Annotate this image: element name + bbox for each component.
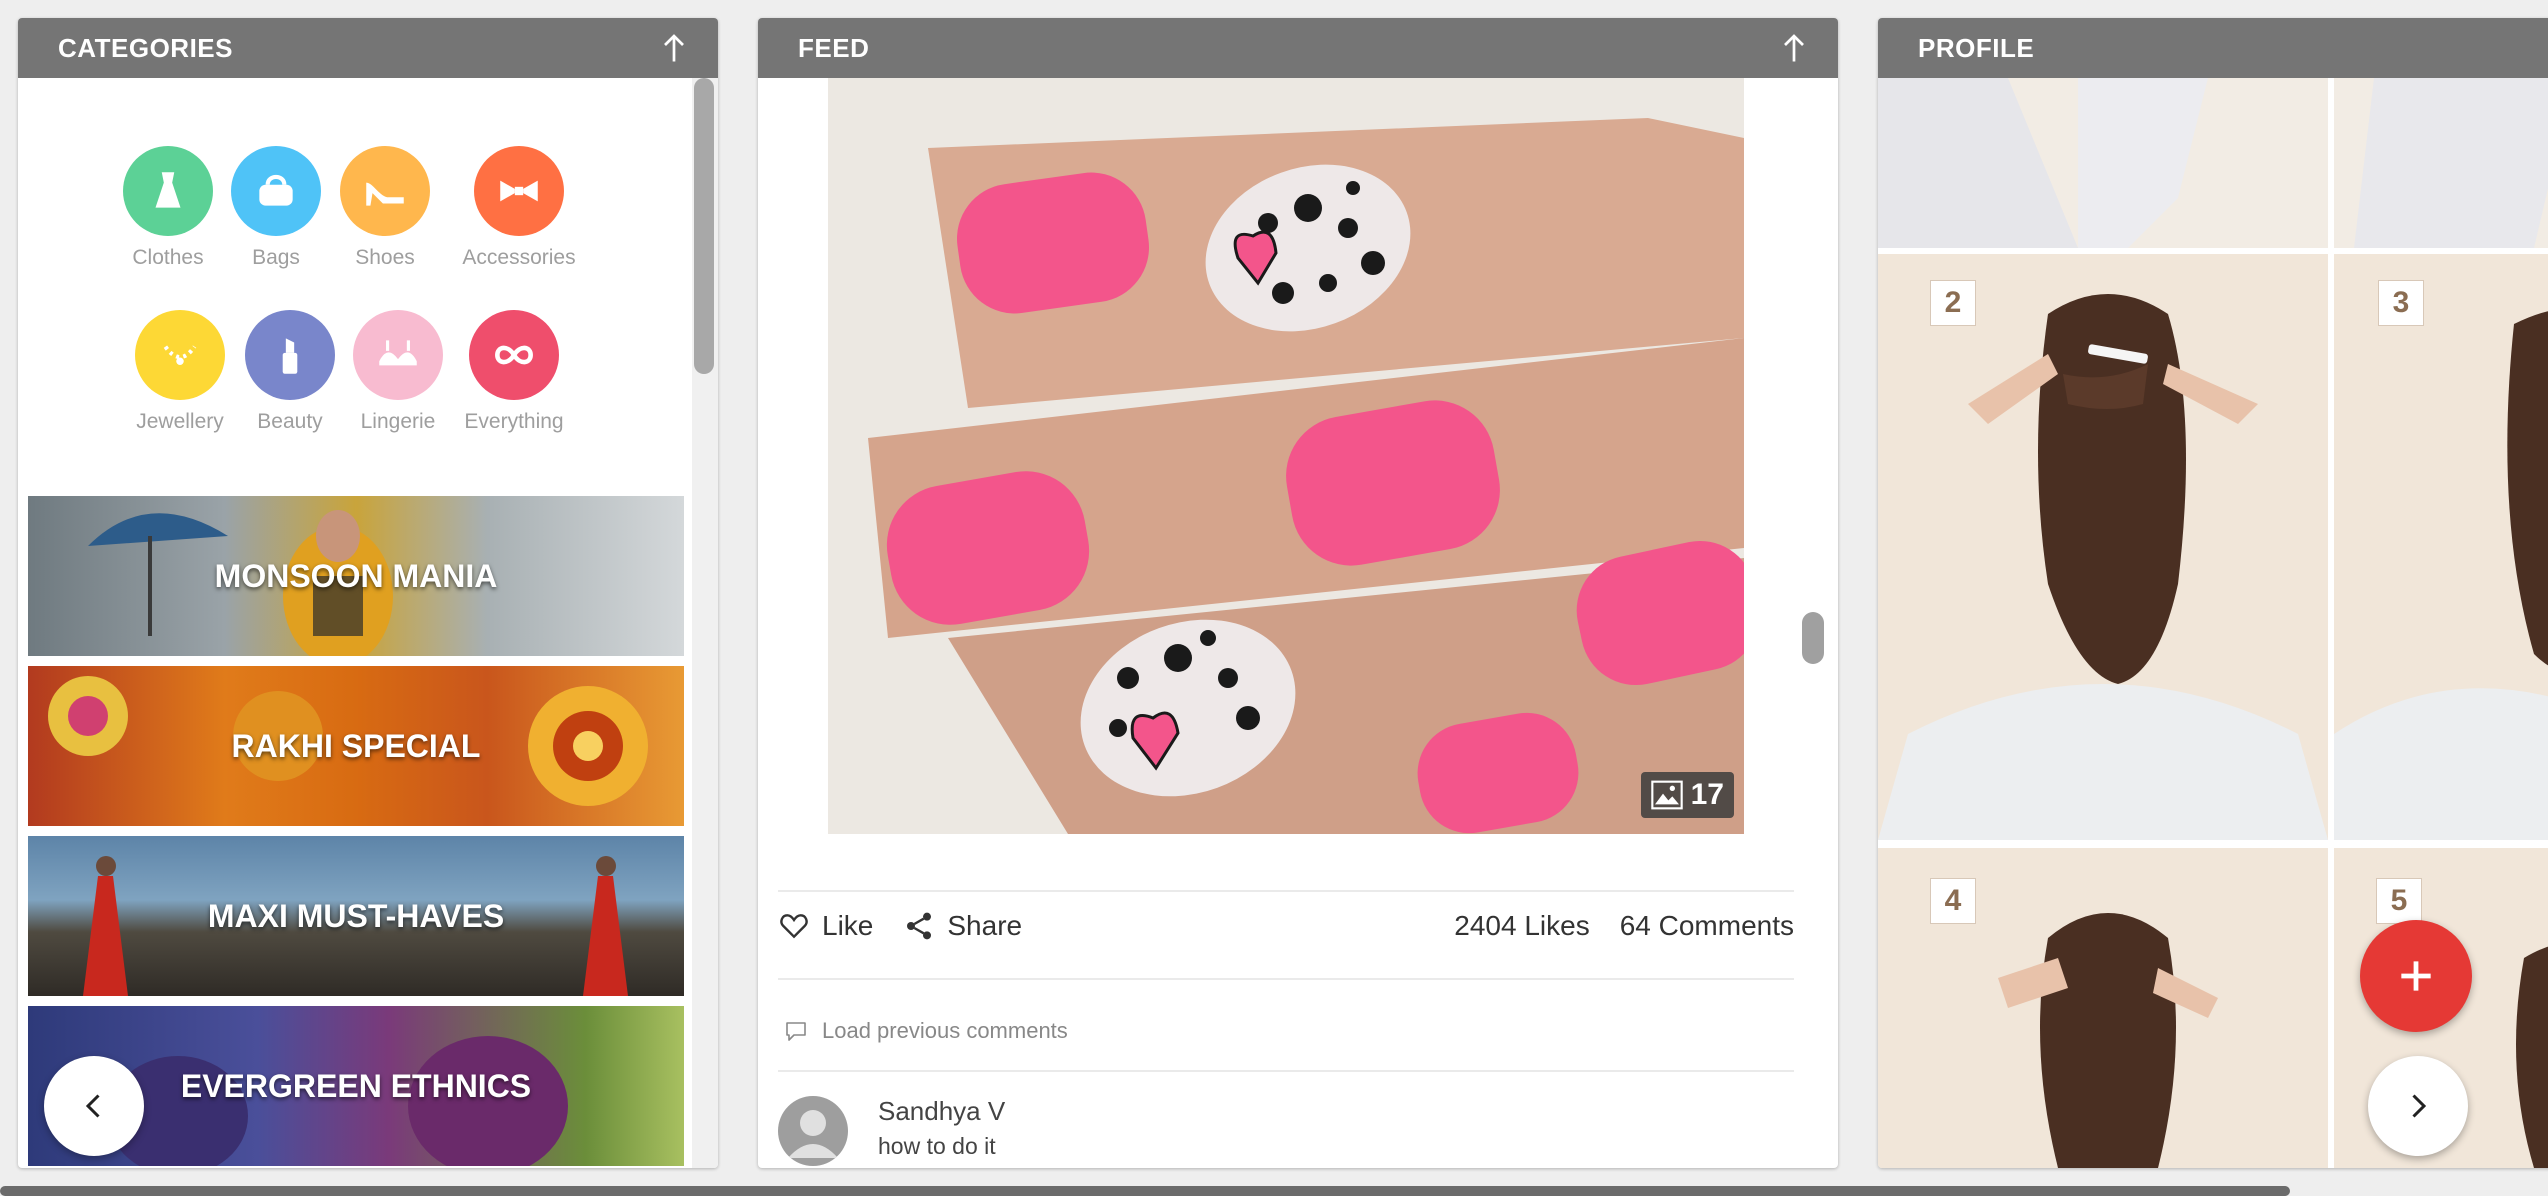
category-accessories[interactable]: Accessories: [449, 146, 589, 270]
tile-image: [2334, 254, 2548, 840]
banner-label: RAKHI SPECIAL: [231, 727, 481, 764]
gallery-tile[interactable]: [2334, 78, 2548, 248]
next-button[interactable]: [2368, 1056, 2468, 1156]
bra-icon: [353, 310, 443, 400]
load-previous-comments[interactable]: Load previous comments: [784, 1018, 1068, 1044]
likes-count[interactable]: 2404 Likes: [1454, 910, 1589, 942]
banner-rakhi-special[interactable]: RAKHI SPECIAL: [28, 666, 684, 826]
categories-scrollbar[interactable]: [692, 78, 718, 1168]
category-label: Jewellery: [136, 410, 224, 433]
category-bags[interactable]: Bags: [216, 146, 336, 270]
image-count: 17: [1690, 778, 1724, 811]
comment-text: how to do it: [878, 1133, 996, 1159]
feed-body: 17 Like Share 2404 Likes 64 Comments Loa…: [758, 78, 1838, 1168]
infinity-icon: [469, 310, 559, 400]
categories-header: CATEGORIES: [18, 18, 718, 78]
divider: [778, 890, 1794, 892]
post-stats: 2404 Likes 64 Comments: [1454, 910, 1794, 942]
banner-label: EVERGREEN ETHNICS: [180, 1067, 532, 1104]
feed-post-image[interactable]: 17: [828, 78, 1744, 834]
feed-scrollbar-thumb[interactable]: [1802, 612, 1824, 664]
comment-bubble-icon: [786, 1022, 806, 1041]
load-previous-label: Load previous comments: [822, 1018, 1068, 1043]
share-icon: [907, 912, 932, 940]
profile-header: PROFILE: [1878, 18, 2548, 78]
category-label: Clothes: [132, 246, 204, 269]
bow-tie-icon: [474, 146, 564, 236]
category-shoes[interactable]: Shoes: [325, 146, 445, 270]
tile-image: [1878, 78, 2328, 248]
avatar[interactable]: [778, 1096, 848, 1166]
category-everything[interactable]: Everything: [454, 310, 574, 434]
necklace-icon: [135, 310, 225, 400]
step-number: 2: [1944, 286, 1962, 319]
category-label: Shoes: [355, 246, 415, 269]
scroll-to-top-icon[interactable]: [1776, 30, 1812, 66]
category-label: Bags: [252, 246, 300, 269]
step-number: 4: [1944, 884, 1962, 917]
category-clothes[interactable]: Clothes: [108, 146, 228, 270]
categories-panel: CATEGORIES Clothes Bags Shoes Accessorie…: [18, 18, 718, 1168]
profile-title: PROFILE: [1918, 32, 2035, 63]
handbag-icon: [231, 146, 321, 236]
category-lingerie[interactable]: Lingerie: [338, 310, 458, 434]
horizontal-scrollbar[interactable]: [0, 1186, 2290, 1196]
category-label: Everything: [464, 410, 564, 433]
step-number: 5: [2390, 884, 2408, 917]
banner-label: MONSOON MANIA: [214, 557, 498, 594]
banner-label: MAXI MUST-HAVES: [207, 897, 505, 934]
gallery-icon: [1650, 780, 1683, 810]
banner-maxi-must-haves[interactable]: MAXI MUST-HAVES: [28, 836, 684, 996]
share-label: Share: [947, 910, 1023, 941]
category-beauty[interactable]: Beauty: [230, 310, 350, 434]
lipstick-icon: [245, 310, 335, 400]
banner-monsoon-mania[interactable]: MONSOON MANIA: [28, 496, 684, 656]
high-heel-icon: [340, 146, 430, 236]
feed-panel: FEED 17 Like Share 2404 Likes 64 Comment…: [758, 18, 1838, 1168]
tile-image: [2334, 78, 2548, 248]
gallery-tile[interactable]: [1878, 78, 2328, 248]
add-button[interactable]: [2360, 920, 2472, 1032]
comment-author[interactable]: Sandhya V: [878, 1096, 1005, 1127]
categories-title: CATEGORIES: [58, 32, 233, 63]
scroll-to-top-icon[interactable]: [656, 30, 692, 66]
divider: [778, 978, 1794, 980]
plus-icon: [2401, 961, 2431, 991]
chevron-right-icon: [2412, 1094, 2427, 1118]
gallery-tile[interactable]: 4: [1878, 848, 2328, 1168]
nail-art-photo: [828, 78, 1744, 834]
image-count-badge[interactable]: 17: [1640, 772, 1734, 818]
categories-body: Clothes Bags Shoes Accessories Jewellery…: [18, 78, 718, 1168]
step-number: 3: [2392, 286, 2410, 319]
step-number-badge: 2: [1930, 280, 1976, 326]
share-button[interactable]: Share: [903, 910, 1022, 942]
feed-header: FEED: [758, 18, 1838, 78]
feed-title: FEED: [798, 32, 870, 63]
comment-item: Sandhya V how to do it: [778, 1096, 1005, 1166]
user-avatar-icon: [788, 1110, 838, 1158]
category-label: Beauty: [257, 410, 323, 433]
dress-icon: [123, 146, 213, 236]
comments-count[interactable]: 64 Comments: [1620, 910, 1794, 942]
step-number-badge: 5: [2376, 878, 2422, 924]
gallery-tile[interactable]: 3: [2334, 254, 2548, 840]
chevron-left-icon: [85, 1094, 100, 1118]
post-actions: Like Share 2404 Likes 64 Comments: [778, 904, 1794, 948]
like-label: Like: [822, 910, 874, 941]
categories-scrollbar-thumb[interactable]: [694, 78, 714, 374]
step-number-badge: 4: [1930, 878, 1976, 924]
tile-image: [1878, 254, 2328, 840]
like-button[interactable]: Like: [778, 910, 873, 942]
heart-icon: [780, 914, 808, 939]
category-label: Lingerie: [360, 410, 436, 433]
step-number-badge: 3: [2378, 280, 2424, 326]
gallery-tile[interactable]: 2: [1878, 254, 2328, 840]
category-label: Accessories: [462, 246, 576, 269]
previous-button[interactable]: [44, 1056, 144, 1156]
divider: [778, 1070, 1794, 1072]
category-jewellery[interactable]: Jewellery: [120, 310, 240, 434]
